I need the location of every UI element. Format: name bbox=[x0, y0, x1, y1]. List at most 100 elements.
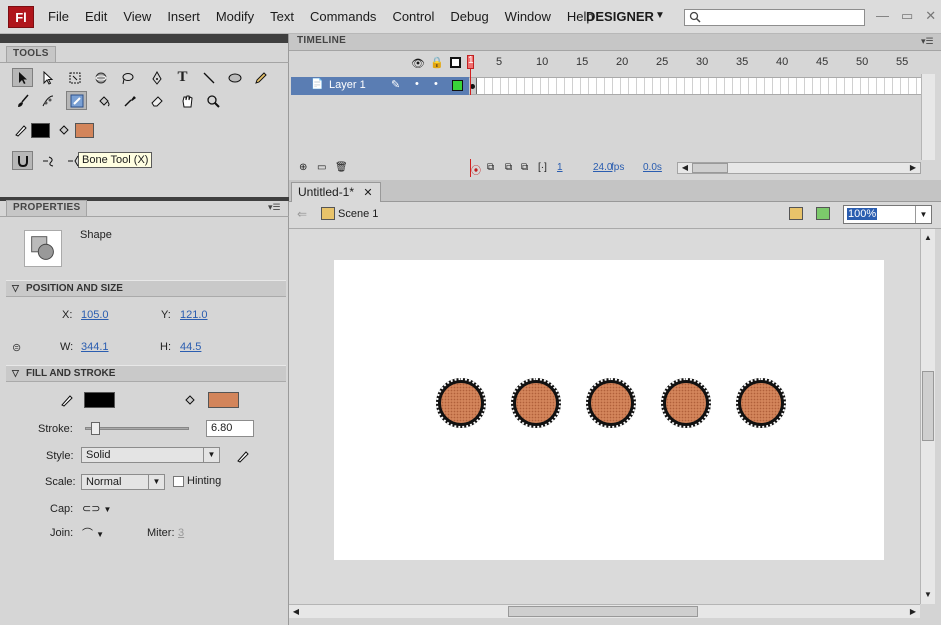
lock-dot[interactable]: • bbox=[434, 78, 438, 90]
panel-collapse-bar[interactable] bbox=[0, 34, 288, 43]
frame-grid[interactable] bbox=[469, 77, 921, 95]
chevron-down-icon[interactable]: ▼ bbox=[104, 505, 112, 514]
stroke-color-swatch[interactable] bbox=[31, 123, 50, 138]
snap-to-objects-icon[interactable] bbox=[12, 151, 33, 170]
bone-tool-icon[interactable] bbox=[66, 91, 87, 110]
x-value[interactable]: 105.0 bbox=[81, 309, 109, 321]
chevron-down-icon[interactable]: ▼ bbox=[96, 530, 104, 539]
circle-shape[interactable] bbox=[661, 378, 711, 428]
menu-commands[interactable]: Commands bbox=[310, 9, 376, 24]
text-tool-icon[interactable]: T bbox=[172, 68, 193, 87]
section-fill-stroke[interactable]: ▽ FILL AND STROKE bbox=[6, 365, 286, 382]
smooth-option-icon[interactable] bbox=[38, 151, 59, 170]
miter-value[interactable]: 3 bbox=[178, 527, 184, 539]
stage-vscroll[interactable]: ▲ ▼ bbox=[920, 229, 935, 604]
scroll-thumb[interactable] bbox=[508, 606, 698, 617]
eyedropper-tool-icon[interactable] bbox=[119, 91, 140, 110]
menu-window[interactable]: Window bbox=[505, 9, 551, 24]
search-input[interactable] bbox=[684, 9, 865, 26]
new-layer-icon[interactable]: ⊕ bbox=[299, 162, 307, 173]
menu-file[interactable]: File bbox=[48, 9, 69, 24]
maximize-icon[interactable]: ▭ bbox=[901, 8, 913, 24]
lock-proportions-icon[interactable]: ⊜ bbox=[12, 341, 21, 354]
scroll-up-icon[interactable]: ▲ bbox=[921, 231, 935, 245]
scroll-right-icon[interactable]: ▶ bbox=[906, 605, 920, 619]
stage-hscroll[interactable]: ◀ ▶ bbox=[289, 604, 920, 618]
menu-debug[interactable]: Debug bbox=[450, 9, 488, 24]
eye-icon[interactable]: 👁 bbox=[411, 57, 425, 70]
menu-control[interactable]: Control bbox=[392, 9, 434, 24]
scene-name[interactable]: Scene 1 bbox=[338, 208, 378, 220]
free-transform-tool-icon[interactable] bbox=[64, 68, 85, 87]
back-arrow-icon[interactable]: ⇐ bbox=[297, 207, 307, 221]
modify-markers-icon[interactable]: [·] bbox=[538, 162, 547, 173]
edit-multiple-frames-icon[interactable]: ⧉ bbox=[521, 162, 528, 173]
frame-rate[interactable]: 24.0 bbox=[593, 162, 612, 173]
paint-bucket-tool-icon[interactable] bbox=[93, 91, 114, 110]
scroll-thumb[interactable] bbox=[922, 371, 934, 441]
eraser-tool-icon[interactable] bbox=[146, 91, 167, 110]
stroke-color-swatch[interactable] bbox=[84, 392, 115, 408]
tab-properties[interactable]: PROPERTIES bbox=[6, 200, 88, 216]
onion-skin-icon[interactable]: ⧉ bbox=[487, 162, 494, 173]
close-icon[interactable]: ✕ bbox=[363, 187, 372, 199]
close-icon[interactable]: ✕ bbox=[925, 8, 936, 24]
zoom-dropdown[interactable]: 100% ▼ bbox=[843, 205, 932, 224]
y-value[interactable]: 121.0 bbox=[180, 309, 208, 321]
circle-shape[interactable] bbox=[736, 378, 786, 428]
stroke-slider-track[interactable] bbox=[85, 422, 189, 435]
zoom-tool-icon[interactable] bbox=[202, 91, 223, 110]
scroll-left-icon[interactable]: ◀ bbox=[678, 161, 692, 175]
visibility-dot[interactable]: • bbox=[415, 78, 419, 90]
menu-text[interactable]: Text bbox=[270, 9, 294, 24]
panel-menu-icon[interactable]: ▾☰ bbox=[921, 36, 934, 47]
edit-scene-icon[interactable] bbox=[789, 207, 803, 220]
stroke-width-field[interactable]: 6.80 bbox=[206, 420, 254, 437]
section-position-size[interactable]: ▽ POSITION AND SIZE bbox=[6, 280, 286, 297]
tab-document[interactable]: Untitled-1* ✕ bbox=[291, 182, 381, 202]
h-value[interactable]: 44.5 bbox=[180, 341, 201, 353]
fill-color-swatch[interactable] bbox=[208, 392, 239, 408]
elapsed-time[interactable]: 0.0s bbox=[643, 162, 662, 173]
trash-icon[interactable]: 🗑 bbox=[335, 162, 348, 173]
scroll-right-icon[interactable]: ▶ bbox=[906, 161, 920, 175]
circle-shape[interactable] bbox=[586, 378, 636, 428]
timeline-vscroll[interactable] bbox=[921, 74, 935, 160]
outline-color-icon[interactable] bbox=[452, 80, 463, 91]
cap-round-icon[interactable]: ⊂⊃ ▼ bbox=[82, 502, 111, 515]
scroll-thumb[interactable] bbox=[692, 163, 728, 173]
menu-modify[interactable]: Modify bbox=[216, 9, 254, 24]
chevron-down-icon[interactable]: ▼ bbox=[655, 10, 665, 21]
brush-tool-icon[interactable] bbox=[12, 91, 33, 110]
new-folder-icon[interactable]: ▭ bbox=[317, 162, 326, 173]
style-dropdown[interactable]: Solid ▼ bbox=[81, 447, 220, 463]
menu-view[interactable]: View bbox=[123, 9, 151, 24]
menu-insert[interactable]: Insert bbox=[167, 9, 200, 24]
circle-shape[interactable] bbox=[436, 378, 486, 428]
line-tool-icon[interactable] bbox=[198, 68, 219, 87]
playhead[interactable]: 1 bbox=[467, 55, 474, 69]
frame-ruler[interactable]: 5 10 15 20 25 30 35 40 45 50 55 bbox=[467, 56, 923, 74]
workspace-switcher[interactable]: DESIGNER bbox=[586, 9, 654, 24]
stage[interactable] bbox=[334, 260, 884, 560]
hand-tool-icon[interactable] bbox=[176, 91, 197, 110]
scroll-down-icon[interactable]: ▼ bbox=[921, 588, 935, 602]
minimize-icon[interactable]: — bbox=[876, 8, 889, 24]
straighten-option-icon[interactable] bbox=[63, 151, 84, 170]
center-frame-icon[interactable]: ⦿ bbox=[471, 162, 481, 177]
lasso-tool-icon[interactable] bbox=[116, 68, 137, 87]
hinting-checkbox[interactable] bbox=[173, 476, 184, 487]
outline-icon[interactable] bbox=[450, 57, 461, 68]
lock-icon[interactable]: 🔒 bbox=[430, 56, 444, 69]
current-frame[interactable]: 1 bbox=[557, 162, 563, 173]
edit-stroke-style-icon[interactable] bbox=[232, 446, 253, 465]
selection-tool-icon[interactable] bbox=[12, 68, 33, 87]
fill-color-swatch[interactable] bbox=[75, 123, 94, 138]
edit-symbols-icon[interactable] bbox=[816, 207, 830, 220]
layer-name[interactable]: Layer 1 bbox=[329, 79, 366, 91]
onion-skin-outlines-icon[interactable]: ⧉ bbox=[505, 162, 512, 173]
oval-tool-icon[interactable] bbox=[224, 68, 245, 87]
join-round-icon[interactable]: ⌒ ▼ bbox=[82, 525, 104, 541]
scroll-left-icon[interactable]: ◀ bbox=[289, 605, 303, 619]
w-value[interactable]: 344.1 bbox=[81, 341, 109, 353]
